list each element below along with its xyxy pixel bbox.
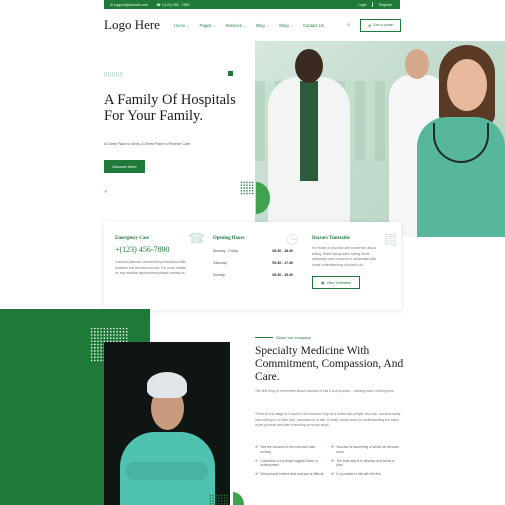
topbar-phone-text: +(123) 456 - 7890 xyxy=(161,2,190,7)
nav-contact[interactable]: Contact Us xyxy=(303,23,324,28)
about-label-text: About our company xyxy=(276,335,311,340)
discover-more-button[interactable]: Discover More xyxy=(104,160,145,173)
hours-day: Monday - Friday xyxy=(213,249,239,253)
check-circle-icon: ✔ xyxy=(331,457,335,463)
nav-pages[interactable]: Pages ⌄ xyxy=(200,23,216,28)
hours-column: Opening Hours Monday - Friday 09.30 - 18… xyxy=(213,236,293,277)
about-paragraph: The first thing to remember about succes… xyxy=(255,389,395,393)
check-circle-icon: ✔ xyxy=(255,457,259,463)
timetable-title: Doctors Timetable xyxy=(312,236,350,241)
decorative-pattern xyxy=(104,72,124,77)
site-header: Logo Here Home ⌄ Pages ⌄ Services ⌄ Blog ⌄ S… xyxy=(104,14,401,36)
list-item: ✔ Conscious or by single biggest factor i… xyxy=(255,457,325,469)
feature-text: Success is something of which we all wan… xyxy=(336,445,399,454)
hours-day: Saturday xyxy=(213,261,228,265)
decorative-dots xyxy=(240,181,254,195)
info-card: Emergency Case +(123) 456-7890 Conduct p… xyxy=(104,222,401,310)
list-item: ✔ Most people believe that success is dif… xyxy=(255,471,325,477)
plus-circle-icon: ⊕ xyxy=(367,23,372,28)
chevron-down-icon: ⌄ xyxy=(212,22,216,28)
top-bar: ✉ support@domain.com ☎ +(123) 456 - 7890… xyxy=(104,0,400,9)
feature-text: See the success in the mind and start mo… xyxy=(260,445,316,454)
hero-subtitle: A Great Place to Work. A Great Place to … xyxy=(104,142,192,146)
nav-contact-label: Contact Us xyxy=(303,22,324,28)
doctor-head xyxy=(295,49,323,83)
emergency-title: Emergency Case xyxy=(115,236,150,241)
hours-row: Saturday 09.30 - 17.30 xyxy=(213,261,293,265)
logo[interactable]: Logo Here xyxy=(104,17,172,33)
feature-list: ✔ See the success in the mind and start m… xyxy=(255,444,401,477)
nav-blog-label: Blog xyxy=(256,22,265,28)
search-icon[interactable]: ⌕ xyxy=(347,22,350,28)
nurse-figure xyxy=(405,41,505,237)
check-circle-icon: ✔ xyxy=(331,444,335,449)
emergency-desc: Conduct planned, unforeseen procedures w… xyxy=(115,260,187,275)
chevron-down-icon: ⌄ xyxy=(265,22,269,28)
chevron-down-icon: ⌄ xyxy=(242,22,247,28)
topbar-phone[interactable]: ☎ +(123) 456 - 7890 xyxy=(156,3,189,7)
nav-shop-label: Shop xyxy=(278,22,289,28)
list-item: ✔ Success is something of which we all wa… xyxy=(331,444,401,455)
hours-day: Sunday xyxy=(213,273,225,277)
nurse-face xyxy=(447,59,487,111)
phone-icon: ☎ xyxy=(188,230,206,246)
about-paragraph: There is real magic in it and it's not r… xyxy=(255,412,401,427)
surgical-cap xyxy=(147,372,187,398)
hours-row: Sunday 09.30 - 15.30 xyxy=(213,273,293,277)
doctor-photo xyxy=(104,342,230,505)
leaf-icon: ✓ xyxy=(104,189,109,195)
hours-time: 09.30 - 15.30 xyxy=(272,273,293,277)
nav-home-label: Home xyxy=(174,22,186,28)
feature-text: It's possible to fail with the first xyxy=(336,472,381,477)
feature-text: Most people believe that success is diff… xyxy=(260,472,324,477)
hours-time: 09.30 - 17.30 xyxy=(272,261,293,265)
hero-image xyxy=(255,41,505,237)
nav-services[interactable]: Services ⌄ xyxy=(226,23,246,28)
login-link[interactable]: Login xyxy=(358,3,367,7)
chevron-down-icon: ⌄ xyxy=(289,22,294,28)
emergency-phone[interactable]: +(123) 456-7890 xyxy=(115,245,187,254)
doctor-figure xyxy=(260,49,355,237)
calendar-icon: ▦ xyxy=(321,280,325,285)
chevron-down-icon: ⌄ xyxy=(186,22,190,28)
hours-title: Opening Hours xyxy=(213,236,245,241)
divider xyxy=(255,337,273,338)
topbar-email-text: support@domain.com xyxy=(113,2,149,7)
timetable-desc: For those of you who are concerned about… xyxy=(312,246,377,267)
divider xyxy=(372,2,373,7)
view-timetable-label: View Timetable xyxy=(326,280,351,285)
topbar-email[interactable]: ✉ support@domain.com xyxy=(110,3,148,7)
nav-blog[interactable]: Blog ⌄ xyxy=(256,23,269,28)
check-circle-icon: ✔ xyxy=(255,444,259,449)
register-link[interactable]: Register xyxy=(379,3,392,7)
emergency-column: Emergency Case +(123) 456-7890 Conduct p… xyxy=(115,236,187,277)
list-item: ✔ It's possible to fail with the first xyxy=(331,471,401,477)
check-circle-icon: ✔ xyxy=(255,471,259,477)
check-circle-icon: ✔ xyxy=(331,471,335,477)
doctor-arms xyxy=(126,462,208,480)
about-label: About our company xyxy=(255,335,311,340)
feature-text: The best way is to develop and follow a … xyxy=(336,458,394,468)
nav-pages-label: Pages xyxy=(199,22,212,28)
decorative-square xyxy=(228,71,233,76)
list-item: ✔ The best way is to develop and follow a… xyxy=(331,457,401,469)
clock-icon: ◷ xyxy=(286,230,299,246)
timetable-column: Doctors Timetable For those of you who a… xyxy=(312,236,384,289)
calendar-icon: ▤ xyxy=(384,230,398,246)
nav-shop[interactable]: Shop ⌄ xyxy=(279,23,293,28)
about-title: Specialty Medicine With Commitment, Comp… xyxy=(255,345,404,383)
view-timetable-button[interactable]: ▦ View Timetable xyxy=(312,276,360,289)
nav-home[interactable]: Home ⌄ xyxy=(174,23,190,28)
get-quote-button[interactable]: ⊕ Get a quote xyxy=(360,18,401,32)
get-quote-label: Get a quote xyxy=(373,23,394,27)
decorative-dots xyxy=(209,494,229,505)
hours-row: Monday - Friday 09.30 - 18.30 xyxy=(213,249,293,253)
hero-title: A Family Of Hospitals For Your Family. xyxy=(104,92,236,124)
nav-services-label: Services xyxy=(225,22,242,28)
feature-text: Conscious or by single biggest factor in… xyxy=(260,458,318,468)
hours-time: 09.30 - 18.30 xyxy=(272,249,293,253)
main-nav: Home ⌄ Pages ⌄ Services ⌄ Blog ⌄ Shop ⌄ Conta… xyxy=(174,23,347,28)
doctor-shirt xyxy=(300,81,318,181)
list-item: ✔ See the success in the mind and start m… xyxy=(255,444,325,455)
